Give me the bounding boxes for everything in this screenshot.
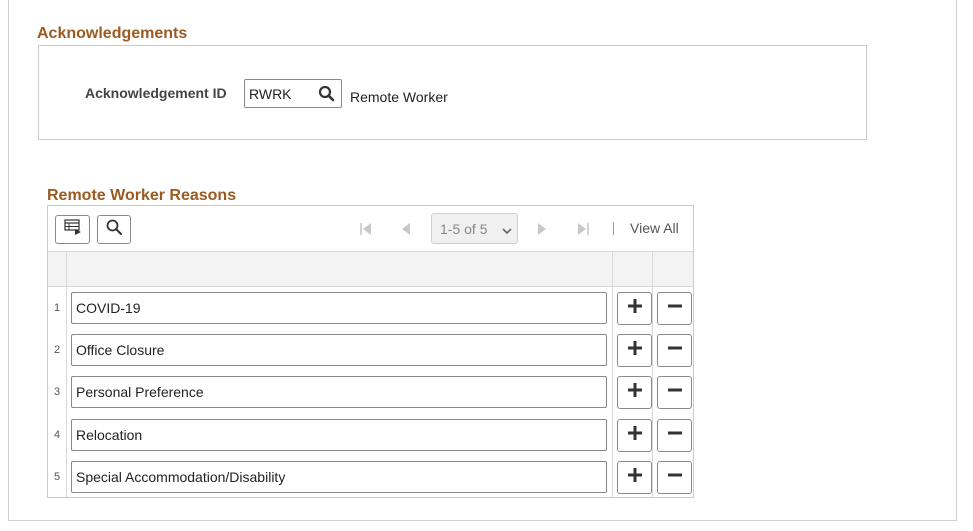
- minus-icon: [667, 382, 683, 403]
- last-page-icon[interactable]: [575, 220, 591, 238]
- add-row-button[interactable]: [617, 334, 652, 367]
- next-page-icon[interactable]: [534, 220, 550, 238]
- grid-personalize-icon: [63, 219, 82, 240]
- plus-icon: [627, 340, 643, 361]
- reason-input[interactable]: [71, 334, 607, 366]
- delete-row-button[interactable]: [657, 419, 692, 452]
- reason-input[interactable]: [71, 461, 607, 493]
- add-row-button[interactable]: [617, 419, 652, 452]
- minus-icon: [667, 425, 683, 446]
- delete-row-button[interactable]: [657, 461, 692, 494]
- row-number: 1: [54, 302, 61, 314]
- search-icon: [105, 218, 123, 241]
- table-row: 5: [48, 457, 693, 499]
- delete-row-button[interactable]: [657, 334, 692, 367]
- acknowledgement-id-field: [244, 79, 342, 108]
- plus-icon: [627, 425, 643, 446]
- grid-header-row: [48, 252, 693, 287]
- chevron-down-icon: [501, 224, 513, 236]
- grid-toolbar: 1-5 of 5 View All: [48, 206, 693, 252]
- acknowledgement-id-label: Acknowledgement ID: [85, 85, 227, 101]
- plus-icon: [627, 467, 643, 488]
- acknowledgement-description: Remote Worker: [350, 89, 448, 105]
- add-row-button[interactable]: [617, 376, 652, 409]
- first-page-icon[interactable]: [358, 220, 374, 238]
- row-number: 5: [54, 471, 61, 483]
- row-number: 4: [54, 429, 61, 441]
- reason-input[interactable]: [71, 419, 607, 451]
- row-number: 3: [54, 386, 61, 398]
- delete-row-button[interactable]: [657, 292, 692, 325]
- minus-icon: [667, 340, 683, 361]
- acknowledgement-id-input[interactable]: [249, 85, 313, 103]
- delete-row-button[interactable]: [657, 376, 692, 409]
- personalize-grid-button[interactable]: [55, 215, 90, 244]
- remote-worker-reasons-title: Remote Worker Reasons: [47, 187, 237, 204]
- reason-input[interactable]: [71, 292, 607, 324]
- find-in-grid-button[interactable]: [97, 215, 131, 244]
- previous-page-icon[interactable]: [398, 220, 414, 238]
- row-number: 2: [54, 344, 61, 356]
- add-row-button[interactable]: [617, 292, 652, 325]
- search-icon[interactable]: [317, 84, 337, 104]
- view-all-link[interactable]: View All: [630, 220, 679, 236]
- table-row: 3: [48, 372, 693, 414]
- minus-icon: [667, 467, 683, 488]
- acknowledgements-title: Acknowledgements: [37, 25, 188, 42]
- page-range-text: 1-5 of 5: [440, 221, 488, 237]
- table-row: 4: [48, 415, 693, 457]
- remote-worker-reasons-grid: 1-5 of 5 View All 1 2 3 4 5: [47, 205, 694, 498]
- plus-icon: [627, 298, 643, 319]
- page-range-select[interactable]: 1-5 of 5: [431, 213, 518, 244]
- add-row-button[interactable]: [617, 461, 652, 494]
- toolbar-separator: [613, 222, 614, 235]
- table-row: 2: [48, 330, 693, 372]
- table-row: 1: [48, 288, 693, 330]
- reason-input[interactable]: [71, 376, 607, 408]
- plus-icon: [627, 382, 643, 403]
- minus-icon: [667, 298, 683, 319]
